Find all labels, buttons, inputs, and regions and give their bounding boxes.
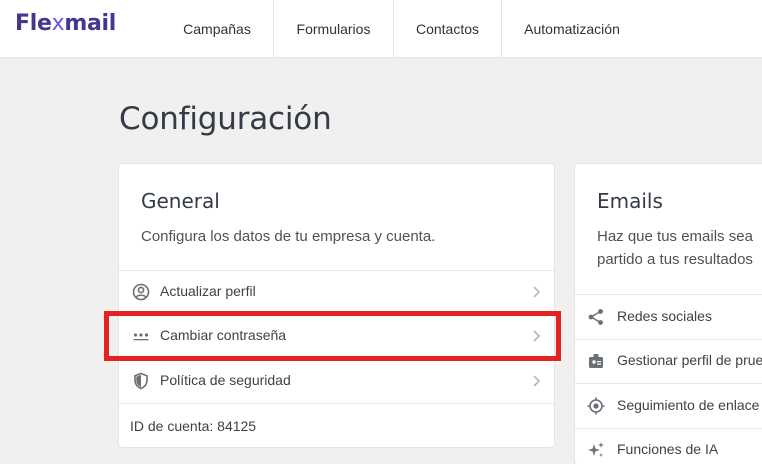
logo-text-x: x — [51, 11, 65, 36]
divider — [119, 403, 554, 404]
link-tracking-row[interactable]: Seguimiento de enlace — [575, 384, 762, 428]
nav-item-formularios[interactable]: Formularios — [274, 0, 394, 57]
test-profile-row[interactable]: Gestionar perfil de prue — [575, 339, 762, 383]
target-icon — [587, 397, 605, 415]
security-policy-row[interactable]: Política de seguridad — [119, 359, 554, 403]
flexmail-logo[interactable]: Flexmail — [15, 11, 116, 36]
top-navigation-bar: Flexmail Campañas Formularios Contactos … — [0, 0, 762, 58]
nav-item-campanas[interactable]: Campañas — [161, 0, 274, 57]
shield-icon — [134, 372, 148, 390]
general-card-title: General — [141, 189, 220, 213]
test-profile-label: Gestionar perfil de prue — [617, 352, 762, 368]
link-tracking-label: Seguimiento de enlace — [617, 397, 760, 413]
general-settings-card: General Configura los datos de tu empres… — [119, 164, 554, 447]
user-circle-icon — [132, 283, 150, 301]
logo-text-end: mail — [64, 11, 116, 36]
change-password-row[interactable]: Cambiar contraseña — [119, 314, 554, 358]
ai-functions-row[interactable]: Funciones de IA — [575, 428, 762, 464]
emails-settings-card: Emails Haz que tus emails sea partido a … — [575, 164, 762, 464]
social-networks-label: Redes sociales — [617, 308, 712, 324]
security-policy-label: Política de seguridad — [160, 372, 291, 388]
logo-text-start: Fle — [15, 11, 52, 36]
account-id-text: ID de cuenta: 84125 — [130, 418, 257, 434]
emails-card-title: Emails — [597, 189, 663, 213]
main-nav: Campañas Formularios Contactos Automatiz… — [161, 0, 642, 57]
page-title: Configuración — [119, 101, 332, 137]
nav-item-automatizacion[interactable]: Automatización — [502, 0, 642, 57]
ai-functions-label: Funciones de IA — [617, 441, 719, 457]
general-card-description: Configura los datos de tu empresa y cuen… — [141, 228, 436, 245]
chevron-right-icon — [533, 286, 541, 298]
id-badge-icon — [589, 354, 603, 368]
emails-description-line-2: partido a tus resultados — [597, 251, 753, 268]
sparkles-icon — [588, 442, 604, 457]
update-profile-label: Actualizar perfil — [160, 283, 256, 299]
social-networks-row[interactable]: Redes sociales — [575, 295, 762, 339]
password-dots-icon — [133, 333, 149, 341]
emails-card-description: Haz que tus emails sea partido a tus res… — [597, 225, 753, 271]
update-profile-row[interactable]: Actualizar perfil — [119, 270, 554, 314]
chevron-right-icon — [533, 330, 541, 342]
nav-item-contactos[interactable]: Contactos — [394, 0, 502, 57]
share-icon — [588, 309, 603, 325]
emails-description-line-1: Haz que tus emails sea — [597, 228, 753, 245]
change-password-label: Cambiar contraseña — [160, 327, 287, 343]
chevron-right-icon — [533, 375, 541, 387]
